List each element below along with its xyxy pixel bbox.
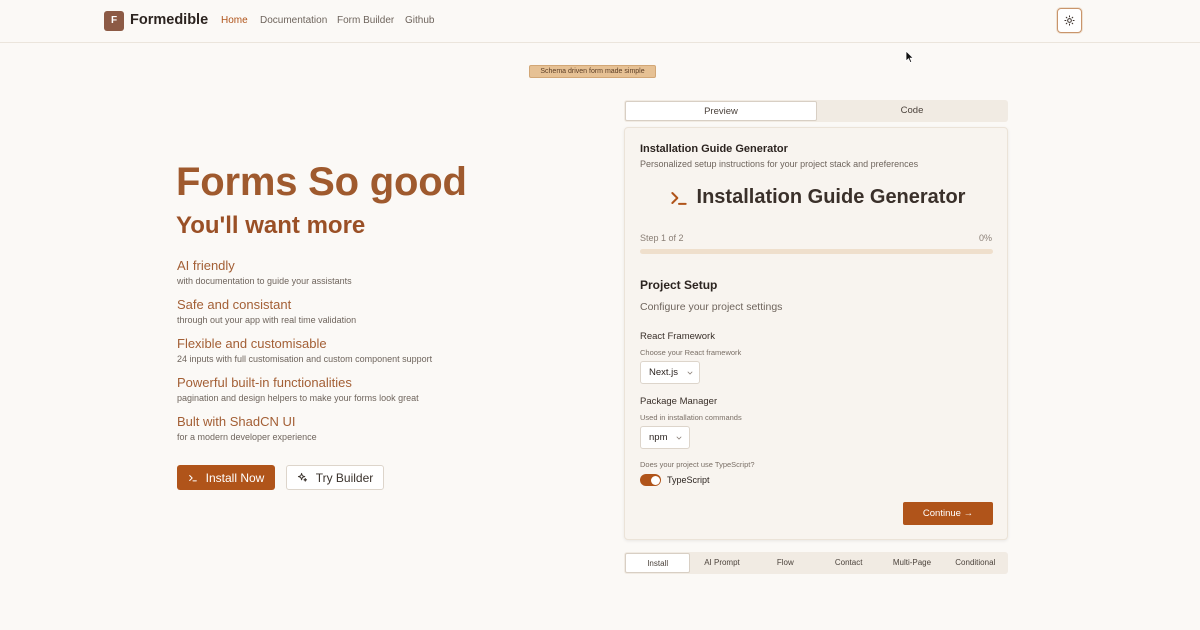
hero-title: Forms So good — [176, 160, 467, 204]
feature-description: through out your app with real time vali… — [177, 315, 357, 325]
chevron-down-icon — [687, 371, 693, 375]
framework-value: Next.js — [649, 367, 679, 378]
framework-help: Choose your React framework — [640, 348, 742, 357]
progress-bar — [640, 249, 993, 254]
framework-select[interactable]: Next.js — [640, 361, 700, 384]
mouse-cursor-icon — [905, 50, 915, 64]
package-manager-label: Package Manager — [640, 396, 718, 407]
tab-flow[interactable]: Flow — [754, 553, 817, 573]
try-builder-button[interactable]: Try Builder — [286, 465, 384, 490]
tab-contact[interactable]: Contact — [817, 553, 880, 573]
tab-conditional[interactable]: Conditional — [944, 553, 1007, 573]
nav-documentation[interactable]: Documentation — [260, 15, 327, 26]
step-indicator: Step 1 of 2 — [640, 233, 684, 243]
feature-description: for a modern developer experience — [177, 432, 317, 442]
tab-multi-page[interactable]: Multi-Page — [880, 553, 943, 573]
card-subtitle: Personalized setup instructions for your… — [640, 159, 919, 169]
tagline-badge: Schema driven form made simple — [529, 65, 656, 78]
typescript-toggle[interactable] — [640, 474, 661, 486]
sun-icon — [1064, 15, 1075, 26]
chevron-down-icon — [677, 436, 682, 440]
framework-label: React Framework — [640, 331, 715, 342]
terminal-icon — [670, 191, 687, 205]
feature-item: AI friendly with documentation to guide … — [177, 258, 352, 286]
feature-item: Powerful built-in functionalities pagina… — [177, 375, 419, 403]
feature-description: with documentation to guide your assista… — [177, 276, 352, 286]
package-manager-help: Used in installation commands — [640, 413, 742, 422]
tab-ai-prompt[interactable]: AI Prompt — [690, 553, 753, 573]
feature-title: Flexible and customisable — [177, 336, 327, 351]
tab-install[interactable]: Install — [625, 553, 691, 573]
form-heading: Installation Guide Generator — [625, 186, 1009, 209]
tab-preview[interactable]: Preview — [625, 101, 817, 121]
install-now-button[interactable]: Install Now — [177, 465, 275, 490]
install-now-label: Install Now — [205, 470, 265, 485]
demo-tabs: Preview Code — [624, 100, 1008, 122]
example-tabs: Install AI Prompt Flow Contact Multi-Pag… — [624, 552, 1008, 574]
top-navbar: F Formedible Home Documentation Form Bui… — [0, 0, 1200, 43]
feature-item: Bult with ShadCN UI for a modern develop… — [177, 414, 317, 442]
nav-github[interactable]: Github — [405, 15, 434, 26]
tab-code[interactable]: Code — [817, 101, 1007, 121]
feature-title: Bult with ShadCN UI — [177, 414, 296, 429]
form-heading-text: Installation Guide Generator — [696, 186, 966, 208]
section-description: Configure your project settings — [640, 301, 783, 313]
feature-item: Flexible and customisable 24 inputs with… — [177, 336, 432, 364]
feature-title: AI friendly — [177, 258, 235, 273]
brand-name[interactable]: Formedible — [130, 12, 208, 28]
sparkles-icon — [297, 472, 307, 482]
nav-home[interactable]: Home — [221, 15, 248, 26]
continue-button[interactable]: Continue → — [903, 502, 993, 525]
typescript-label: TypeScript — [667, 475, 710, 485]
feature-title: Powerful built-in functionalities — [177, 375, 352, 390]
typescript-question: Does your project use TypeScript? — [640, 460, 755, 469]
feature-item: Safe and consistant through out your app… — [177, 297, 356, 325]
toggle-knob — [650, 475, 660, 485]
hero-subtitle: You'll want more — [176, 212, 366, 239]
feature-title: Safe and consistant — [177, 297, 292, 312]
try-builder-label: Try Builder — [315, 470, 374, 485]
package-manager-value: npm — [649, 432, 668, 443]
progress-percent: 0% — [978, 233, 992, 243]
card-title: Installation Guide Generator — [640, 143, 788, 155]
package-manager-select[interactable]: npm — [640, 426, 690, 449]
logo-icon[interactable]: F — [104, 11, 124, 31]
form-preview-card: Installation Guide Generator Personalize… — [624, 127, 1008, 540]
section-title: Project Setup — [640, 278, 718, 292]
theme-toggle-button[interactable] — [1057, 8, 1082, 33]
terminal-icon — [188, 474, 197, 481]
feature-description: pagination and design helpers to make yo… — [177, 393, 419, 403]
nav-form-builder[interactable]: Form Builder — [337, 15, 394, 26]
feature-description: 24 inputs with full customisation and cu… — [177, 354, 433, 364]
